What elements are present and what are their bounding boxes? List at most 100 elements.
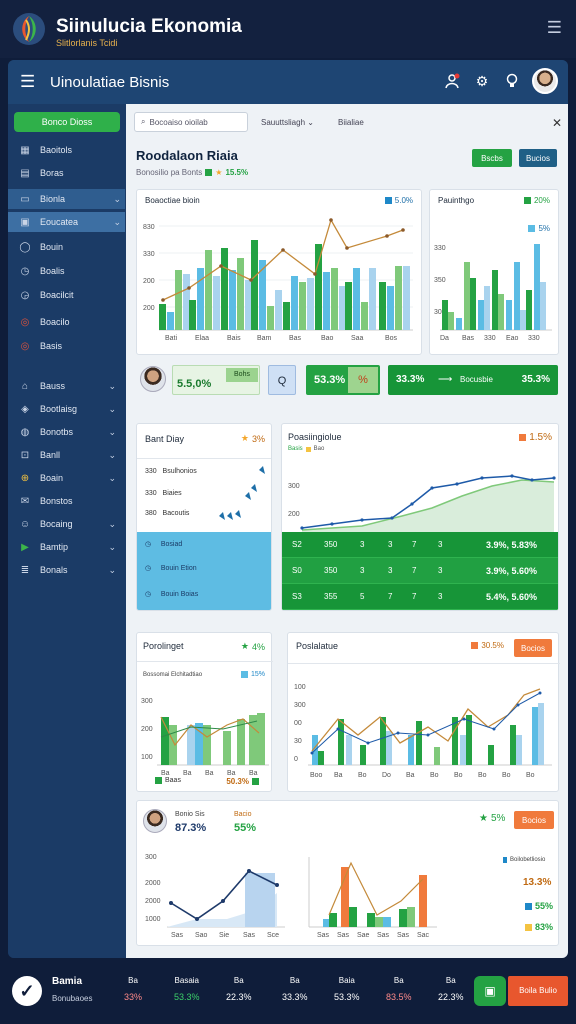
sidebar-item-bonals[interactable]: ≣ Bonals ⌄: [14, 560, 120, 580]
card-footer: Baas: [155, 777, 181, 784]
area-chart: 300 200: [288, 474, 556, 534]
list-row: 330 Biaies: [145, 490, 182, 497]
sidebar-item-dashboard[interactable]: ▦ Baoitols: [14, 140, 120, 160]
x-tick-label: Boo: [310, 772, 323, 779]
filter-label-2[interactable]: Biialiae: [338, 118, 364, 127]
series-point: [510, 474, 514, 478]
doc-icon: ▤: [20, 167, 30, 179]
trend-point: [161, 298, 165, 302]
sidebar-item-bamtip[interactable]: ▶ Bamtip ⌄: [14, 537, 120, 557]
bar: [416, 721, 422, 765]
menu-icon[interactable]: ☰: [547, 19, 562, 36]
table-cell: 7: [412, 540, 417, 549]
pct-row: 55%: [525, 901, 553, 911]
bulb-icon[interactable]: [502, 71, 522, 91]
sparkline-icon: [219, 466, 265, 520]
table-cell: 3: [438, 566, 443, 575]
sidebar-item-banll[interactable]: ⊡ Banll ⌄: [14, 445, 120, 465]
table-row: S2 350 3 3 7 3 3.9%, 5.83%: [282, 532, 558, 558]
sidebar-item-new[interactable]: Bonco Dioss: [14, 112, 120, 132]
sidebar-item-bootlaisg[interactable]: ◈ Bootlaisg ⌄: [14, 399, 120, 419]
x-tick-label: Bati: [165, 335, 178, 342]
table-cell: 3: [360, 540, 365, 549]
x-tick-label: Ba: [249, 770, 258, 777]
bar: [540, 282, 546, 330]
sidebar-item-basis[interactable]: ◎ Basis: [14, 336, 120, 356]
sidebar-item-label: Bamtip: [40, 542, 69, 552]
y-tick-label: 830: [143, 224, 155, 231]
secondary-button[interactable]: Bucios: [519, 149, 557, 167]
x-tick-label: Sas: [171, 932, 184, 939]
chevron-down-icon: ⌄: [108, 449, 116, 460]
close-icon[interactable]: ✕: [552, 116, 562, 130]
sidebar-item-bocaing[interactable]: ☺ Bocaing ⌄: [14, 514, 120, 534]
check-icon[interactable]: ✓: [12, 976, 42, 1006]
y-tick-label: 100: [294, 684, 306, 691]
stats-button[interactable]: ▣: [474, 976, 506, 1006]
sidebar-item-docs[interactable]: ▤ Boras: [14, 163, 120, 183]
table-row: S0 350 3 3 7 3 3.9%, 5.60%: [282, 558, 558, 584]
bar: [514, 262, 520, 330]
user-icon[interactable]: [442, 71, 462, 91]
search-input[interactable]: ⌕ Bocoaiso oioilab: [134, 112, 248, 132]
sidebar-item-label: Bionla: [40, 194, 66, 204]
sidebar-item-education[interactable]: ▣ Eoucatea ⌄: [8, 212, 125, 232]
sidebar-item-boacilcit[interactable]: ◶ Boacilcit: [14, 285, 120, 305]
target-icon: ◎: [20, 340, 30, 352]
bar: [167, 312, 174, 330]
series-point: [390, 516, 394, 520]
stat-label: Ba: [128, 976, 138, 985]
bar: [516, 735, 522, 765]
footer-label: Baas: [165, 777, 181, 784]
play-icon: ▶: [21, 541, 29, 553]
kpi-bar-label: Bocusbie: [460, 375, 493, 384]
series-point: [221, 899, 225, 903]
legend-square: [525, 923, 532, 931]
chevron-down-icon: ⌄: [113, 193, 121, 204]
table-cell: S2: [292, 540, 302, 549]
bar: [346, 735, 352, 765]
filter-dropdown[interactable]: Sauuttsliagh ⌄: [261, 118, 314, 127]
bar: [229, 270, 236, 330]
topbar: ☰ Uinoulatiae Bisnis ⚙: [8, 60, 568, 104]
series-point: [366, 741, 370, 745]
legend-square: [252, 778, 259, 785]
sidebar-item-bonstos[interactable]: ✉ Bonstos: [14, 491, 120, 511]
sidebar-item-boalis[interactable]: ◷ Boalis: [14, 261, 120, 281]
hamburger-icon[interactable]: ☰: [20, 72, 35, 92]
x-tick-label: Sas: [317, 932, 330, 939]
list-item[interactable]: ◷ Bouin Etion: [145, 564, 197, 572]
cta-button[interactable]: Boila Bulio: [508, 976, 568, 1006]
sidebar-item-bouin[interactable]: ◯ Bouin: [14, 237, 120, 257]
list-item[interactable]: ◷ Bosiad: [145, 540, 182, 548]
bar: [434, 747, 440, 765]
x-tick-label: Sce: [267, 932, 279, 939]
series-point: [516, 703, 520, 707]
bottom-title: Bamia: [52, 976, 83, 987]
kpi-bar-value: 33.3%: [396, 374, 425, 385]
avatar[interactable]: [532, 68, 558, 94]
sidebar-item-boain[interactable]: ⊕ Boain ⌄: [14, 468, 120, 488]
stat-value: 22.3%: [226, 992, 252, 1002]
bar: [213, 276, 220, 330]
sidebar-item-boacilo[interactable]: ◎ Boacilo: [14, 312, 120, 332]
trend-point: [249, 278, 253, 282]
sidebar-item-bauss[interactable]: ⌂ Bauss ⌄: [14, 376, 120, 396]
bar: [345, 282, 352, 330]
bar: [408, 735, 414, 765]
divider: [137, 458, 271, 459]
gear-icon[interactable]: ⚙: [472, 71, 492, 91]
primary-button[interactable]: Bscbs: [472, 149, 512, 167]
list-item[interactable]: ◷ Bouin Boias: [145, 590, 198, 598]
search-placeholder: Bocoaiso oioilab: [149, 117, 208, 127]
pct-value: 13.3%: [523, 877, 552, 888]
x-tick-label: Saa: [351, 335, 364, 342]
sidebar-item-active[interactable]: ▭ Bionla ⌄: [8, 189, 125, 209]
bar: [275, 290, 282, 330]
x-tick-label: Do: [382, 772, 391, 779]
bar: [464, 262, 470, 330]
series-point: [426, 733, 430, 737]
avatar[interactable]: [140, 366, 166, 392]
sidebar-item-bonotbs[interactable]: ◍ Bonotbs ⌄: [14, 422, 120, 442]
kpi-q-box[interactable]: Q: [268, 365, 296, 395]
